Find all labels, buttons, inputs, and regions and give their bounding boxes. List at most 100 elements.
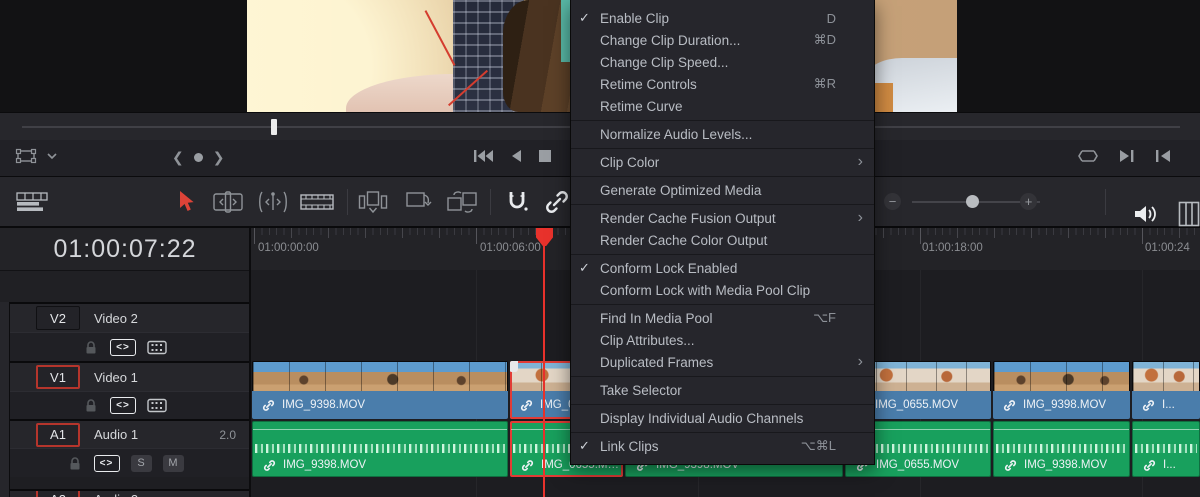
davinci-resolve-edit-page: ❮ ❯ − + 01:00:07:22 01:00:00:00 01:00:06… <box>0 0 1200 497</box>
menu-item-generate-optimized-media[interactable]: Generate Optimized Media <box>571 179 874 201</box>
menu-item-retime-curve[interactable]: Retime Curve <box>571 95 874 117</box>
playhead-timecode: 01:00:07:22 <box>53 234 197 263</box>
volume-automation-line[interactable] <box>994 429 1129 430</box>
audio-clip-img-9398-mov[interactable]: IMG_9398.MOV <box>252 421 508 477</box>
film-frame-icon[interactable] <box>147 340 167 355</box>
menu-item-normalize-audio-levels[interactable]: Normalize Audio Levels... <box>571 123 874 145</box>
scrub-playhead[interactable] <box>271 119 277 135</box>
loop-icon[interactable] <box>1076 148 1100 164</box>
clip-name-bar: IMG_9398.MOV <box>253 454 507 476</box>
submenu-arrow-icon: › <box>857 353 863 370</box>
trim-edit-mode-icon[interactable] <box>212 177 244 226</box>
menu-item-take-selector[interactable]: Take Selector <box>571 379 874 401</box>
play-reverse-icon[interactable] <box>509 148 523 164</box>
toolbar-divider <box>1105 189 1106 215</box>
transform-icon[interactable] <box>14 147 38 165</box>
toolbar-divider <box>347 189 348 215</box>
menu-item-clip-attributes[interactable]: Clip Attributes... <box>571 329 874 351</box>
razor-edit-mode-icon[interactable] <box>300 177 334 226</box>
menu-item-label: Enable Clip <box>600 10 670 26</box>
menu-item-conform-lock-enabled[interactable]: ✓ Conform Lock Enabled <box>571 257 874 279</box>
skip-to-end-icon[interactable] <box>1154 148 1172 164</box>
track-badge-a2[interactable]: A2 <box>36 491 80 497</box>
zoom-in-button[interactable]: + <box>1020 193 1037 210</box>
checkmark-icon: ✓ <box>579 438 590 453</box>
video-clip-img-9398-mov[interactable]: IMG_9398.MOV <box>993 361 1130 419</box>
menu-item-link-clips[interactable]: ✓ Link Clips ⌥⌘L <box>571 435 874 457</box>
menu-item-enable-clip[interactable]: ✓ Enable Clip D <box>571 7 874 29</box>
menu-item-find-in-media-pool[interactable]: Find In Media Pool ⌥F <box>571 307 874 329</box>
track-header-v2[interactable]: V2 Video 2 <box>0 302 250 332</box>
clip-label: IMG_0655.MOV <box>875 399 959 411</box>
menu-separator <box>571 375 874 377</box>
video-clip-img-9398-mov[interactable]: IMG_9398.MOV <box>252 361 508 419</box>
menu-item-clip-color[interactable]: Clip Color › <box>571 151 874 173</box>
timeline-view-options-icon[interactable] <box>16 177 48 226</box>
link-icon <box>521 459 534 472</box>
auto-select-icon[interactable]: <> <box>110 338 136 356</box>
video-clip-i[interactable]: I... <box>1132 361 1200 419</box>
zoom-out-button[interactable]: − <box>884 193 901 210</box>
menu-item-label: Find In Media Pool <box>600 310 713 326</box>
checkmark-icon: ✓ <box>579 260 590 275</box>
selection-tool-icon[interactable] <box>176 177 196 226</box>
link-icon <box>1004 459 1017 472</box>
menu-item-change-clip-duration[interactable]: Change Clip Duration... ⌘D <box>571 29 874 51</box>
menu-item-label: Clip Color <box>600 154 660 170</box>
audio-clip-img-9398-mov[interactable]: IMG_9398.MOV <box>993 421 1130 477</box>
ruler-timecode-label: 01:00:18:00 <box>922 242 983 254</box>
chevron-down-icon[interactable] <box>46 152 58 160</box>
track-badge-v2[interactable]: V2 <box>36 306 80 330</box>
link-icon <box>520 399 533 412</box>
menu-item-shortcut: ⌘R <box>813 76 836 91</box>
step-forward-icon[interactable] <box>1118 148 1136 164</box>
dynamic-trim-mode-icon[interactable] <box>256 177 290 226</box>
current-frame-dot-icon[interactable] <box>193 153 203 162</box>
playhead-line <box>543 228 545 497</box>
clip-label: IMG_9398.MOV <box>1024 459 1108 471</box>
track-name-a2[interactable]: Audio 2 <box>94 492 250 497</box>
volume-automation-line[interactable] <box>253 429 507 430</box>
menu-item-label: Link Clips <box>600 438 659 454</box>
menu-item-label: Display Individual Audio Channels <box>600 410 804 426</box>
menu-item-label: Render Cache Color Output <box>600 232 768 248</box>
track-header-gap <box>0 270 250 302</box>
menu-item-shortcut: ⌥F <box>813 310 836 325</box>
menu-separator <box>571 147 874 149</box>
clip-thumbnails <box>252 361 508 391</box>
menu-item-duplicated-frames[interactable]: Duplicated Frames › <box>571 351 874 373</box>
ruler-timecode-label: 01:00:24 <box>1145 242 1190 254</box>
snapping-magnet-icon[interactable] <box>504 177 530 226</box>
menu-item-label: Render Cache Fusion Output <box>600 210 776 226</box>
menu-item-display-individual-audio-channels[interactable]: Display Individual Audio Channels <box>571 407 874 429</box>
track-controls-v2: <> <box>0 332 250 361</box>
prev-marker-icon[interactable]: ❮ <box>172 149 184 166</box>
linked-selection-icon[interactable] <box>544 177 570 226</box>
audio-clip-i[interactable]: I... <box>1132 421 1200 477</box>
clip-label: IMG_9398.MOV <box>282 399 366 411</box>
preview-red-cable <box>424 9 456 66</box>
volume-automation-line[interactable] <box>1133 429 1199 430</box>
menu-item-retime-controls[interactable]: Retime Controls ⌘R <box>571 73 874 95</box>
menu-item-label: Retime Controls <box>600 76 697 92</box>
menu-item-shortcut: ⌥⌘L <box>800 438 836 453</box>
menu-item-label: Clip Attributes... <box>600 332 695 348</box>
lock-icon[interactable] <box>83 340 99 355</box>
insert-clip-icon[interactable] <box>358 177 388 226</box>
next-marker-icon[interactable]: ❯ <box>213 149 225 166</box>
stop-icon[interactable] <box>538 149 552 163</box>
track-name-v2[interactable]: Video 2 <box>94 311 250 326</box>
track-header-a2[interactable]: A2 Audio 2 <box>0 489 250 497</box>
menu-item-label: Conform Lock Enabled <box>600 260 738 276</box>
menu-item-render-cache-fusion-output[interactable]: Render Cache Fusion Output › <box>571 207 874 229</box>
menu-item-conform-lock-with-media-pool-clip[interactable]: Conform Lock with Media Pool Clip <box>571 279 874 301</box>
menu-item-render-cache-color-output[interactable]: Render Cache Color Output <box>571 229 874 251</box>
skip-to-start-icon[interactable] <box>472 148 494 164</box>
clip-name-bar: I... <box>1133 454 1199 476</box>
menu-item-change-clip-speed[interactable]: Change Clip Speed... <box>571 51 874 73</box>
replace-clip-icon[interactable] <box>446 177 480 226</box>
overwrite-clip-icon[interactable] <box>404 177 434 226</box>
link-icon <box>263 459 276 472</box>
zoom-slider-thumb[interactable] <box>966 195 979 208</box>
clip-marker[interactable] <box>510 361 518 372</box>
